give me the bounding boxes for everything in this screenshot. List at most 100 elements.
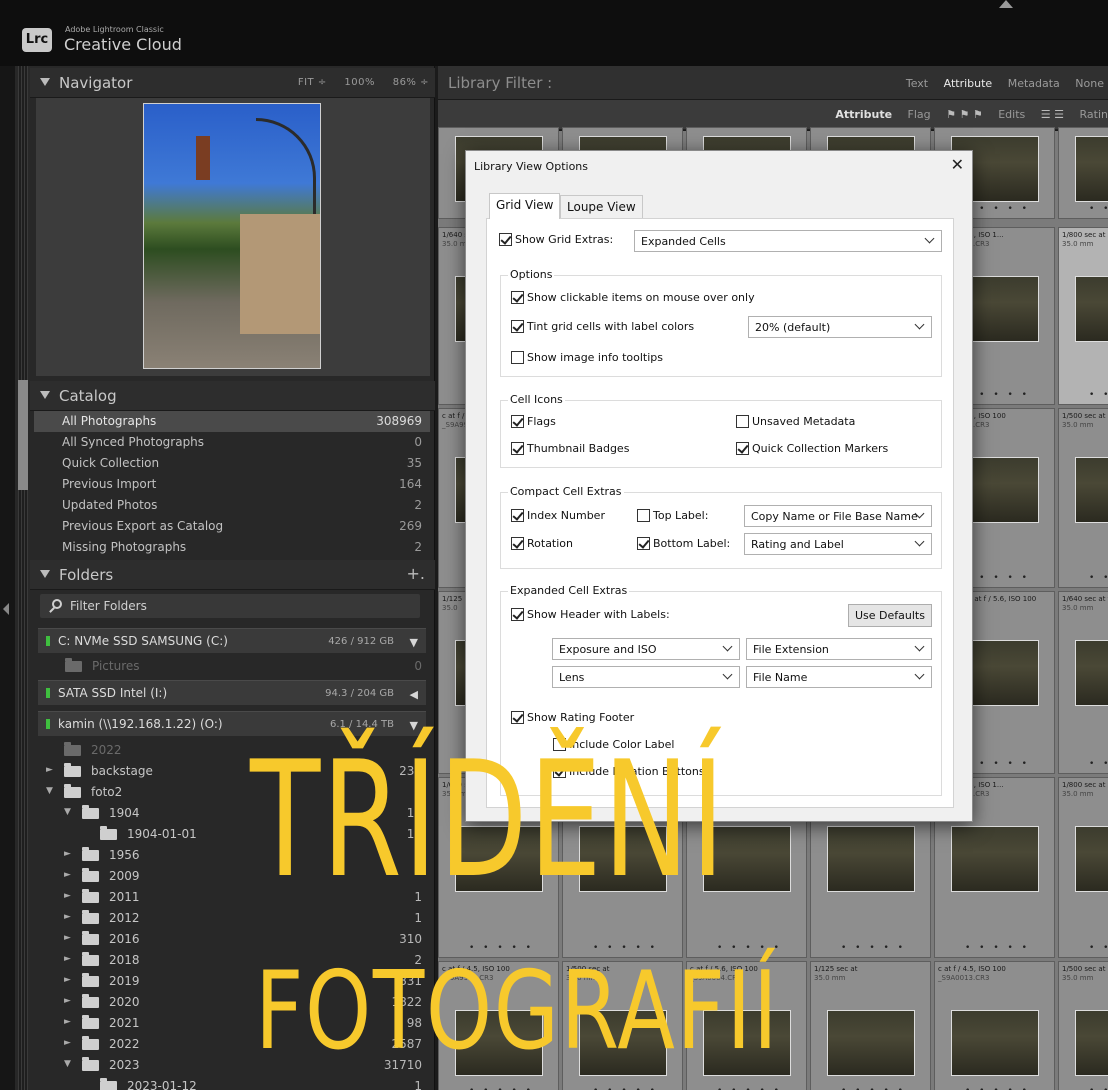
grid-cell[interactable]: 1/500 sec at35.0 mm • • • • • <box>1058 408 1108 588</box>
folders-header[interactable]: Folders +. <box>30 560 435 590</box>
filter-text[interactable]: Text <box>906 77 928 90</box>
grid-extras-select[interactable]: Expanded Cells <box>634 230 942 252</box>
cell-thumbnail[interactable] <box>827 1010 915 1076</box>
left-panel-edge[interactable] <box>0 66 15 1090</box>
flag-filter[interactable]: Flag <box>908 108 931 121</box>
top-label-select[interactable]: Copy Name or File Base Name <box>744 505 932 527</box>
cell-rating-footer[interactable]: • • • • • <box>1089 1086 1108 1090</box>
folder-expand-icon[interactable]: ► <box>64 933 71 943</box>
volume-c[interactable]: C: NVMe SSD SAMSUNG (C:) 426 / 912 GB ▼ <box>38 628 426 653</box>
header-label-1-select[interactable]: Exposure and ISO <box>552 638 740 660</box>
cell-rating-footer[interactable]: • • • • • <box>1089 759 1108 769</box>
quick-collection-checkbox[interactable] <box>736 442 749 455</box>
cell-thumbnail[interactable] <box>1075 276 1108 342</box>
grid-cell[interactable]: 1/500 sec at35.0 mm • • • • • <box>1058 961 1108 1090</box>
cell-thumbnail[interactable] <box>1075 640 1108 706</box>
grid-cell[interactable]: 1/640 sec at f / 5.6, ISO 10035.0 mm • • … <box>1058 591 1108 774</box>
cell-rating-footer[interactable]: • • • • • <box>593 1086 658 1090</box>
catalog-item[interactable]: Previous Export as Catalog 269 <box>34 516 430 537</box>
left-panel-scrollbar[interactable] <box>18 66 28 1090</box>
cell-rating-footer[interactable]: • • • • • <box>717 1086 782 1090</box>
grid-cell[interactable]: 1/800 sec at35.0 mm • • • • • <box>1058 777 1108 958</box>
grid-cell[interactable]: c at f / 4.5, ISO 100_S9A0013.CR3 • • • •… <box>934 961 1055 1090</box>
zoom-custom[interactable]: 86% ÷ <box>393 77 429 88</box>
cell-rating-footer[interactable]: • • • • • <box>965 204 1030 214</box>
folder-expand-icon[interactable]: ► <box>64 954 71 964</box>
header-label-4-select[interactable]: File Name <box>746 666 932 688</box>
cell-thumbnail[interactable] <box>951 1010 1039 1076</box>
folder-expand-icon[interactable]: ► <box>64 975 71 985</box>
cell-rating-footer[interactable]: • • • • • <box>965 573 1030 583</box>
cell-thumbnail[interactable] <box>827 826 915 892</box>
header-label-2-select[interactable]: File Extension <box>746 638 932 660</box>
cell-thumbnail[interactable] <box>951 826 1039 892</box>
grid-cell[interactable]: 1/800 sec at35.0 mm • • • • • <box>1058 227 1108 405</box>
folder-expand-icon[interactable]: ► <box>64 1017 71 1027</box>
cell-thumbnail[interactable] <box>1075 136 1108 202</box>
volume-expand-icon[interactable]: ◀ <box>410 688 418 701</box>
folder-expand-icon[interactable]: ▼ <box>64 807 71 817</box>
use-defaults-button[interactable]: Use Defaults <box>848 604 932 627</box>
bottom-label-checkbox[interactable] <box>637 537 650 550</box>
cell-rating-footer[interactable]: • • • • • <box>1089 390 1108 400</box>
flag-icons[interactable]: ⚑ ⚑ ⚑ <box>946 108 983 121</box>
catalog-header[interactable]: Catalog <box>30 381 435 411</box>
folder-expand-icon[interactable]: ► <box>64 1038 71 1048</box>
volume-i[interactable]: SATA SSD Intel (I:) 94.3 / 204 GB ◀ <box>38 680 426 705</box>
cell-thumbnail[interactable] <box>1075 457 1108 523</box>
catalog-item[interactable]: Missing Photographs 2 <box>34 537 430 558</box>
cell-rating-footer[interactable]: • • • • • <box>1089 204 1108 214</box>
folder-expand-icon[interactable]: ► <box>64 912 71 922</box>
filter-metadata[interactable]: Metadata <box>1008 77 1060 90</box>
filter-folders-input[interactable]: Filter Folders <box>40 594 420 618</box>
bottom-label-select[interactable]: Rating and Label <box>744 533 932 555</box>
cell-thumbnail[interactable] <box>1075 826 1108 892</box>
filter-attribute[interactable]: Attribute <box>944 77 993 90</box>
show-header-checkbox[interactable] <box>511 608 524 621</box>
unsaved-metadata-checkbox[interactable] <box>736 415 749 428</box>
folder-expand-icon[interactable]: ► <box>64 870 71 880</box>
tint-cells-checkbox[interactable] <box>511 320 524 333</box>
thumbnail-badges-checkbox[interactable] <box>511 442 524 455</box>
cell-rating-footer[interactable]: • • • • • <box>965 943 1030 953</box>
tab-grid-view[interactable]: Grid View <box>489 193 561 219</box>
catalog-item[interactable]: All Photographs 308969 <box>34 411 430 432</box>
edits-filter[interactable]: Edits <box>998 108 1025 121</box>
cell-rating-footer[interactable]: • • • • • <box>469 1086 534 1090</box>
top-label-checkbox[interactable] <box>637 509 650 522</box>
header-label-3-select[interactable]: Lens <box>552 666 740 688</box>
close-icon[interactable]: ✕ <box>951 155 964 174</box>
zoom-fit[interactable]: FIT ÷ <box>298 77 327 88</box>
folder-row[interactable]: ► 2016 310 <box>30 929 426 950</box>
catalog-item[interactable]: Previous Import 164 <box>34 474 430 495</box>
catalog-item[interactable]: Quick Collection 35 <box>34 453 430 474</box>
cell-rating-footer[interactable]: • • • • • <box>965 390 1030 400</box>
add-folder-icon[interactable]: +. <box>407 564 426 583</box>
folder-expand-icon[interactable]: ▼ <box>64 1059 71 1069</box>
catalog-toggle-icon[interactable] <box>40 391 50 399</box>
cell-rating-footer[interactable]: • • • • • <box>841 943 906 953</box>
cell-rating-footer[interactable]: • • • • • <box>1089 573 1108 583</box>
show-grid-extras-checkbox[interactable] <box>499 233 512 246</box>
navigator-photo[interactable] <box>143 103 321 369</box>
folder-expand-icon[interactable]: ► <box>64 996 71 1006</box>
collapse-top-panel-icon[interactable] <box>999 0 1013 8</box>
navigator-header[interactable]: Navigator FIT ÷ 100% 86% ÷ <box>30 68 435 98</box>
left-panel-scroll-thumb[interactable] <box>18 380 28 490</box>
rotation-checkbox[interactable] <box>511 537 524 550</box>
cell-rating-footer[interactable]: • • • • • <box>965 759 1030 769</box>
folder-row-pictures[interactable]: Pictures 0 <box>30 656 426 677</box>
cell-thumbnail[interactable] <box>1075 1010 1108 1076</box>
collapse-left-panel-icon[interactable] <box>3 603 9 615</box>
grid-cell[interactable]: • • • • • <box>1058 127 1108 219</box>
grid-cell[interactable]: 1/125 sec at35.0 mm • • • • • <box>810 961 931 1090</box>
index-number-checkbox[interactable] <box>511 509 524 522</box>
cell-rating-footer[interactable]: • • • • • <box>1089 943 1108 953</box>
rating-filter[interactable]: Ratin <box>1080 108 1108 121</box>
image-tooltips-checkbox[interactable] <box>511 351 524 364</box>
tab-loupe-view[interactable]: Loupe View <box>560 195 643 219</box>
folders-toggle-icon[interactable] <box>40 570 50 578</box>
folder-expand-icon[interactable]: ► <box>64 849 71 859</box>
folder-expand-icon[interactable]: ► <box>46 765 53 775</box>
folder-expand-icon[interactable]: ▼ <box>46 786 53 796</box>
